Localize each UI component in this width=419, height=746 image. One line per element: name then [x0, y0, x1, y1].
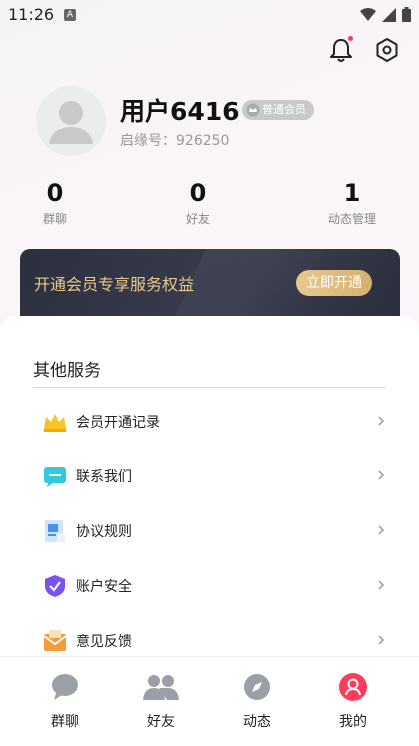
- notification-dot: [348, 36, 353, 41]
- battery-icon: [402, 7, 411, 22]
- stat-friends[interactable]: 0 好友: [153, 178, 243, 227]
- menu-item-vip-records[interactable]: 会员开通记录: [33, 396, 386, 450]
- menu-item-label: 会员开通记录: [76, 415, 160, 431]
- user-icon: [339, 673, 367, 701]
- stat-label: 群聊: [42, 212, 67, 226]
- menu-item-agreement[interactable]: 协议规则: [33, 505, 386, 559]
- vip-banner-text: 开通会员专享服务权益: [34, 275, 195, 294]
- chevron-right-icon: [378, 470, 385, 480]
- tab-me[interactable]: 我的: [323, 673, 383, 731]
- uid-value: 926250: [176, 133, 230, 149]
- chat-icon: [44, 467, 66, 487]
- menu-item-label: 意见反馈: [76, 634, 132, 650]
- menu-item-contact[interactable]: 联系我们: [33, 450, 386, 504]
- user-id: 启缘号：926250: [120, 130, 229, 150]
- stat-value: 0: [189, 179, 207, 207]
- mail-icon: [43, 630, 67, 651]
- tab-label: 好友: [147, 714, 175, 730]
- bottom-tab-bar: 群聊 好友 动态 我的: [0, 656, 419, 746]
- status-bar: 11:26 A: [0, 0, 419, 30]
- crown-icon: [44, 414, 66, 432]
- vip-open-button[interactable]: 立即开通: [296, 270, 372, 296]
- chevron-right-icon: [378, 416, 385, 426]
- chevron-right-icon: [378, 580, 385, 590]
- section-divider: [33, 387, 386, 388]
- tab-label: 群聊: [51, 714, 79, 730]
- home-indicator: [0, 742, 419, 746]
- chat-bubble-icon: [52, 674, 78, 700]
- chevron-right-icon: [378, 525, 385, 535]
- stat-value: 0: [46, 179, 64, 207]
- signal-icon: [382, 7, 396, 22]
- shield-icon: [45, 575, 65, 597]
- bell-icon[interactable]: [327, 36, 355, 64]
- menu-item-label: 协议规则: [76, 524, 132, 540]
- tab-label: 动态: [243, 714, 271, 730]
- tab-moments[interactable]: 动态: [227, 673, 287, 731]
- uid-label: 启缘号：: [120, 133, 176, 149]
- member-badge-label: 普通会员: [262, 103, 306, 116]
- menu-item-label: 联系我们: [76, 469, 132, 485]
- menu-item-security[interactable]: 账户安全: [33, 560, 386, 614]
- member-badge: 普通会员: [242, 100, 314, 120]
- friends-icon: [143, 675, 179, 700]
- crown-badge-icon: [246, 103, 260, 117]
- vip-banner[interactable]: 开通会员专享服务权益 立即开通: [20, 249, 400, 319]
- stat-groups[interactable]: 0 群聊: [10, 178, 100, 227]
- tab-label: 我的: [339, 714, 367, 730]
- wifi-icon: [360, 7, 376, 21]
- username: 用户6416: [120, 97, 240, 126]
- tab-group-chat[interactable]: 群聊: [35, 673, 95, 731]
- tab-friends[interactable]: 好友: [131, 673, 191, 731]
- stat-label: 好友: [185, 212, 210, 226]
- document-icon: [45, 520, 65, 542]
- status-icons: [360, 7, 411, 22]
- stat-value: 1: [343, 179, 361, 207]
- stat-label: 动态管理: [327, 212, 376, 226]
- status-time: 11:26: [8, 5, 55, 24]
- notification-a-icon: A: [64, 9, 76, 21]
- stat-moments[interactable]: 1 动态管理: [307, 178, 397, 227]
- stats-row: 0 群聊 0 好友 1 动态管理: [0, 178, 419, 230]
- profile-header[interactable]: 用户6416 普通会员 启缘号：926250: [36, 86, 396, 160]
- menu-item-label: 账户安全: [76, 579, 132, 595]
- compass-icon: [244, 674, 270, 700]
- top-actions: [327, 36, 401, 64]
- chevron-right-icon: [378, 635, 385, 645]
- settings-icon[interactable]: [373, 36, 401, 64]
- section-title: 其他服务: [33, 361, 101, 381]
- avatar[interactable]: [36, 86, 106, 156]
